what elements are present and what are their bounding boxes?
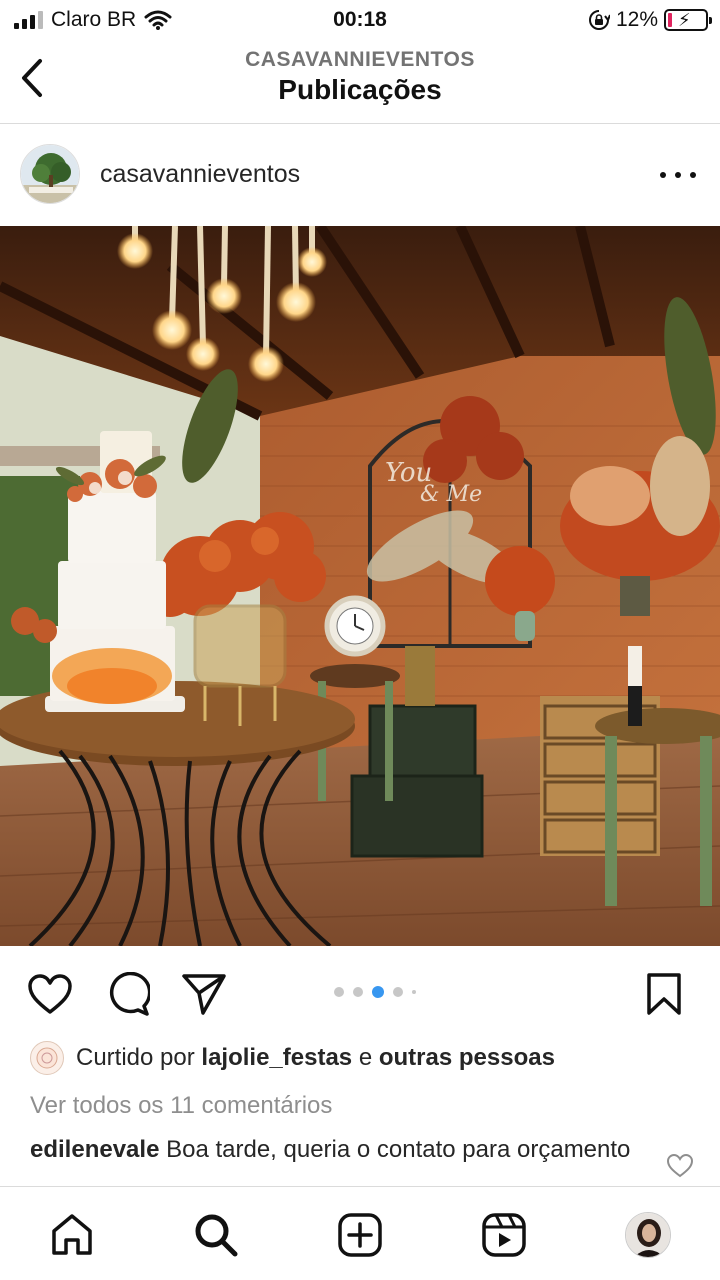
liker-avatar: [30, 1041, 64, 1075]
search-icon: [195, 1214, 238, 1257]
heart-icon: [28, 974, 72, 1014]
carousel-indicator: [334, 986, 416, 998]
account-name: CASAVANNIEVENTOS: [245, 48, 475, 71]
more-dot: [675, 172, 681, 178]
profile-avatar-image: [626, 1213, 670, 1257]
carousel-dot: [393, 987, 403, 997]
tab-search[interactable]: [192, 1211, 240, 1259]
comment-button[interactable]: [104, 970, 152, 1018]
bookmark-icon: [647, 973, 681, 1015]
battery-percent: 12%: [615, 8, 658, 31]
likes-user[interactable]: lajolie_festas: [201, 1044, 352, 1071]
post-author-avatar[interactable]: [20, 144, 80, 204]
more-options-button[interactable]: [660, 160, 696, 190]
tab-reels[interactable]: [480, 1211, 528, 1259]
bottom-tab-bar: [0, 1186, 720, 1280]
post-author-username[interactable]: casavannieventos: [100, 160, 300, 189]
more-dot: [660, 172, 666, 178]
comment-username[interactable]: edilenevale: [30, 1136, 159, 1163]
tab-new-post[interactable]: [336, 1211, 384, 1259]
likes-prefix: Curtido por: [76, 1044, 195, 1071]
save-button[interactable]: [640, 970, 688, 1018]
carousel-dot: [412, 990, 416, 994]
page-header: CASAVANNIEVENTOS Publicações: [0, 40, 720, 124]
like-button[interactable]: [26, 970, 74, 1018]
status-right: 12% ⚡: [588, 8, 712, 32]
avatar-image: [21, 145, 79, 203]
post-header: casavannieventos: [0, 124, 720, 226]
comment-like-heart-icon[interactable]: [666, 1152, 694, 1180]
comment-text: Boa tarde, queria o contato para orçamen…: [166, 1136, 631, 1163]
svg-text:& Me: & Me: [420, 482, 482, 507]
lock-rotation-icon: [589, 10, 610, 30]
home-icon: [52, 1214, 92, 1255]
view-all-comments-link[interactable]: Ver todos os 11 comentários: [30, 1092, 332, 1120]
post-photo[interactable]: You & Me: [0, 226, 720, 946]
battery-icon: ⚡: [664, 9, 712, 31]
comment-preview: edilenevale Boa tarde, queria o contato …: [30, 1134, 650, 1186]
likes-others[interactable]: outras pessoas: [379, 1044, 555, 1071]
carousel-dot: [334, 987, 344, 997]
new-post-icon: [338, 1213, 382, 1257]
post-actions: [0, 946, 720, 1038]
profile-avatar: [625, 1212, 671, 1258]
carousel-dot: [353, 987, 363, 997]
status-bar: Claro BR 00:18 12% ⚡: [0, 0, 720, 40]
tab-home[interactable]: [48, 1211, 96, 1259]
liker-avatar-image: [36, 1047, 58, 1069]
more-dot: [690, 172, 696, 178]
tab-profile[interactable]: [624, 1211, 672, 1259]
page-title: Publicações: [278, 74, 442, 105]
share-button[interactable]: [180, 970, 228, 1018]
likes-joiner: e: [358, 1044, 373, 1071]
send-icon: [182, 974, 226, 1015]
reels-icon: [482, 1213, 526, 1257]
carousel-dot-active: [372, 986, 384, 998]
likes-summary[interactable]: Curtido por lajolie_festas e outras pess…: [30, 1038, 555, 1078]
comment-icon: [109, 972, 150, 1016]
event-decor-photo: You & Me: [0, 226, 720, 946]
